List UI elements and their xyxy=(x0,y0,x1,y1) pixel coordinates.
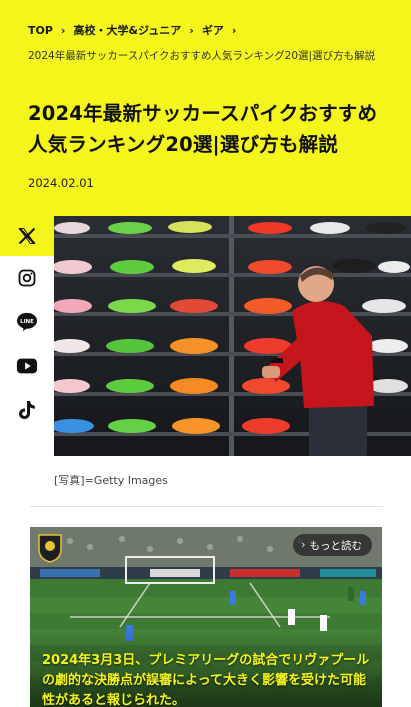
breadcrumb-category[interactable]: 高校・大学&ジュニア xyxy=(73,22,181,38)
article-hero-image xyxy=(54,216,411,456)
read-more-label: もっと読む xyxy=(309,539,363,552)
read-more-button[interactable]: › もっと読む xyxy=(293,534,372,556)
article-date: 2024.02.01 xyxy=(28,176,94,190)
share-tiktok-button[interactable] xyxy=(0,388,54,432)
share-x-button[interactable] xyxy=(0,216,54,256)
breadcrumb: TOP › 高校・大学&ジュニア › ギア › xyxy=(28,22,395,38)
breadcrumb-separator-icon: › xyxy=(60,23,66,37)
instagram-icon xyxy=(18,269,36,287)
breadcrumb-top[interactable]: TOP xyxy=(28,24,53,37)
breadcrumb-current: 2024年最新サッカースパイクおすすめ人気ランキング20選|選び方も解説 xyxy=(28,50,376,62)
youtube-icon xyxy=(16,358,38,374)
club-crest-icon xyxy=(38,534,62,563)
breadcrumb-separator-icon: › xyxy=(189,23,194,37)
related-article-card[interactable]: › もっと読む 2024年3月3日、プレミアリーグの試合でリヴァプールの劇的な決… xyxy=(30,527,382,707)
tiktok-icon xyxy=(19,401,35,419)
shoe-wall-photo xyxy=(54,216,411,456)
share-youtube-button[interactable] xyxy=(0,344,54,388)
photo-caption: [写真]=Getty Images xyxy=(54,474,168,487)
article-header: TOP › 高校・大学&ジュニア › ギア › 2024年最新サッカースパイクお… xyxy=(0,0,411,216)
breadcrumb-separator-icon: › xyxy=(231,23,237,37)
breadcrumb-gear[interactable]: ギア xyxy=(202,22,224,38)
share-line-button[interactable]: LINE xyxy=(0,300,54,344)
line-icon: LINE xyxy=(17,312,37,332)
chevron-right-icon: › xyxy=(301,539,306,551)
share-instagram-button[interactable] xyxy=(0,256,54,300)
divider xyxy=(30,506,383,507)
related-article-summary: 2024年3月3日、プレミアリーグの試合でリヴァプールの劇的な決勝点が誤審によっ… xyxy=(42,653,370,707)
share-rail: LINE xyxy=(0,216,54,432)
page-title: 2024年最新サッカースパイクおすすめ人気ランキング20選|選び方も解説 xyxy=(28,102,378,156)
x-icon xyxy=(18,227,36,245)
svg-text:LINE: LINE xyxy=(20,319,34,325)
